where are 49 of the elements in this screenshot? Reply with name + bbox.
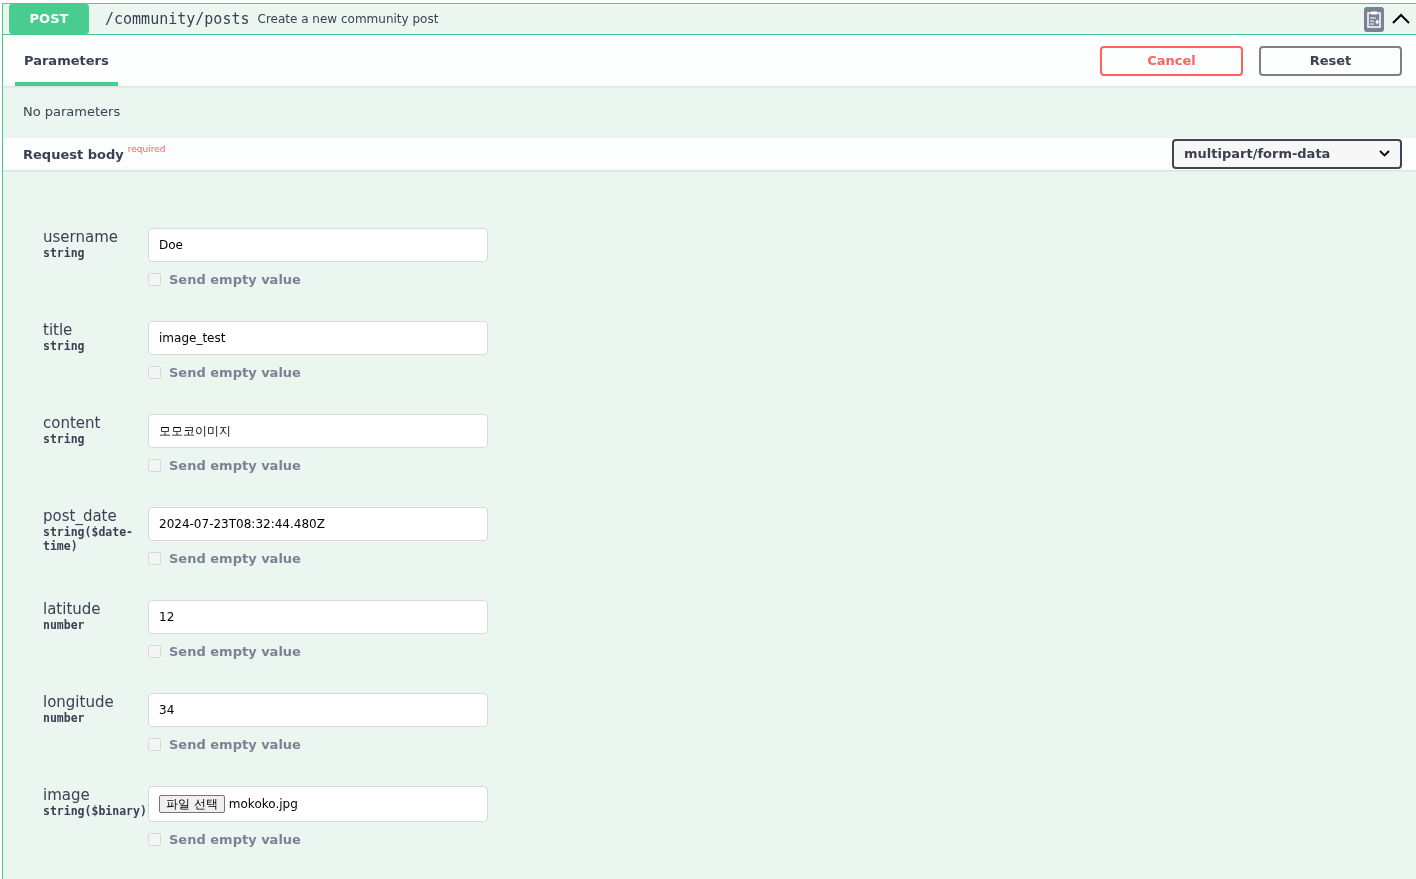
input-field[interactable]: 2024-07-23T08:32:44.480Z bbox=[148, 507, 488, 541]
field-type: string bbox=[43, 246, 86, 260]
field-name: title bbox=[43, 321, 74, 339]
field-type: string($binary) bbox=[43, 804, 148, 818]
method-badge: POST bbox=[9, 4, 89, 34]
file-input[interactable]: 파일 선택 mokoko.jpg bbox=[148, 786, 488, 822]
checkbox[interactable] bbox=[148, 366, 161, 380]
field-type: string bbox=[43, 339, 86, 353]
field-name: latitude bbox=[43, 600, 102, 618]
required-label: required bbox=[127, 143, 166, 154]
input-field[interactable]: image_test bbox=[148, 321, 488, 355]
input-field[interactable]: 12 bbox=[148, 600, 488, 634]
field-name: image bbox=[43, 786, 91, 804]
content-type-select[interactable]: multipart/form-data bbox=[1172, 138, 1402, 169]
chevron-icon[interactable] bbox=[1392, 13, 1410, 25]
input-field[interactable]: 34 bbox=[148, 693, 488, 727]
field-name: longitude bbox=[43, 693, 115, 711]
checkbox[interactable] bbox=[148, 273, 161, 287]
checkbox[interactable] bbox=[148, 738, 161, 752]
caret-icon bbox=[1379, 150, 1390, 158]
reset-button[interactable]: Reset bbox=[1259, 45, 1402, 76]
checkbox-label: Send empty value bbox=[169, 364, 301, 382]
field-name: username bbox=[43, 228, 119, 246]
field-type: number bbox=[43, 711, 86, 725]
endpoint-path: /community/posts bbox=[105, 8, 250, 30]
checkbox[interactable] bbox=[148, 833, 161, 847]
checkbox-label: Send empty value bbox=[169, 550, 301, 568]
checkbox-label: Send empty value bbox=[169, 643, 301, 661]
field-name: content bbox=[43, 414, 102, 432]
checkbox-label: Send empty value bbox=[169, 457, 301, 475]
checkbox-label: Send empty value bbox=[169, 271, 301, 289]
field-name: post_date bbox=[43, 507, 118, 525]
field-type: number bbox=[43, 618, 86, 632]
choose-file-button[interactable]: 파일 선택 bbox=[159, 795, 225, 813]
checkbox-label: Send empty value bbox=[169, 831, 301, 849]
file-name: mokoko.jpg bbox=[228, 796, 298, 813]
request-body-title: Request body bbox=[23, 146, 124, 162]
input-field[interactable]: 모모코이미지 bbox=[148, 414, 488, 448]
checkbox-label: Send empty value bbox=[169, 736, 301, 754]
field-type: string($date-time) bbox=[43, 525, 134, 553]
no-parameters-text: No parameters bbox=[23, 104, 121, 119]
field-type: string bbox=[43, 432, 86, 446]
checkbox[interactable] bbox=[148, 552, 161, 566]
parameters-tab[interactable]: Parameters bbox=[15, 35, 118, 86]
checkbox[interactable] bbox=[148, 459, 161, 473]
input-field[interactable]: Doe bbox=[148, 228, 488, 262]
endpoint-summary: Create a new community post bbox=[257, 11, 439, 28]
checkbox[interactable] bbox=[148, 645, 161, 659]
copy-icon[interactable] bbox=[1364, 6, 1384, 32]
